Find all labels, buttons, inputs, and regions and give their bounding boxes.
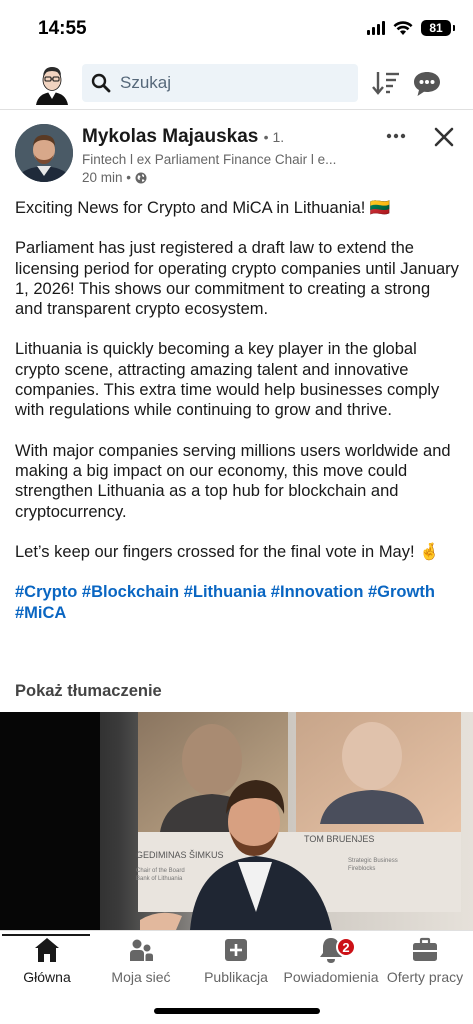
- author-name[interactable]: Mykolas Majauskas • 1.: [82, 126, 284, 148]
- tab-jobs[interactable]: Oferty pracy: [378, 935, 472, 985]
- tab-notifications[interactable]: 2 Powiadomienia: [284, 935, 378, 985]
- post-time: 20 min •: [82, 170, 131, 185]
- tab-home[interactable]: Główna: [0, 934, 94, 985]
- globe-icon: [135, 172, 147, 183]
- post-paragraph: Parliament has just registered a draft l…: [15, 239, 459, 319]
- post-meta: 20 min •: [82, 170, 147, 185]
- home-icon: [35, 938, 59, 962]
- photo-caption: Fireblocks: [348, 866, 375, 872]
- author-headline: Fintech l ex Parliament Finance Chair l …: [82, 152, 337, 167]
- search-placeholder: Szukaj: [120, 73, 172, 92]
- signal-icon: [367, 21, 385, 35]
- post-paragraph: Lithuania is quickly becoming a key play…: [15, 340, 440, 420]
- tab-label: Powiadomienia: [283, 969, 379, 985]
- post-paragraph: Exciting News for Crypto and MiCA in Lit…: [15, 199, 391, 217]
- translate-button[interactable]: Pokaż tłumaczenie: [15, 682, 162, 701]
- tab-label: Główna: [23, 969, 71, 985]
- author-name-text[interactable]: Mykolas Majauskas: [82, 126, 258, 147]
- connection-degree: • 1.: [263, 129, 285, 145]
- status-bar: 14:55 81: [0, 0, 473, 56]
- photo-caption: Bank of Lithuania: [136, 876, 183, 882]
- top-nav: Szukaj: [0, 58, 473, 110]
- tab-label: Moja sieć: [111, 969, 171, 985]
- tab-post[interactable]: Publikacja: [189, 935, 283, 985]
- photo-caption: TOM BRUENJES: [304, 834, 374, 844]
- briefcase-icon: [413, 937, 437, 961]
- post-paragraph: With major companies serving millions us…: [15, 441, 451, 521]
- tab-label: Publikacja: [204, 969, 268, 985]
- post-header: Mykolas Majauskas • 1. Fintech l ex Parl…: [0, 112, 473, 192]
- photo-caption: Strategic Business: [348, 858, 398, 864]
- tab-my-network[interactable]: Moja sieć: [94, 935, 188, 985]
- sort-icon[interactable]: [372, 70, 400, 96]
- wifi-icon: [393, 20, 413, 35]
- post-photo[interactable]: GEDIMINAS ŠIMKUS Chair of the Board Bank…: [0, 712, 473, 930]
- active-tab-indicator: [2, 934, 90, 936]
- search-input[interactable]: Szukaj: [82, 64, 358, 102]
- notification-badge: 2: [336, 937, 356, 957]
- hashtags[interactable]: #Crypto #Blockchain #Lithuania #Innovati…: [15, 582, 460, 624]
- close-icon[interactable]: [433, 126, 455, 148]
- post-icon: [225, 939, 247, 961]
- author-avatar[interactable]: [15, 124, 73, 182]
- tab-label: Oferty pracy: [386, 969, 464, 985]
- network-icon: [130, 939, 153, 961]
- status-time: 14:55: [38, 18, 87, 39]
- home-indicator: [154, 1008, 320, 1014]
- photo-caption: Chair of the Board: [136, 868, 185, 874]
- search-icon: [91, 73, 111, 93]
- battery-indicator: 81: [421, 20, 455, 36]
- avatar[interactable]: [32, 61, 72, 105]
- post-body: Exciting News for Crypto and MiCA in Lit…: [15, 198, 460, 624]
- messaging-icon[interactable]: [412, 70, 442, 98]
- more-options-icon[interactable]: [384, 126, 408, 146]
- post-paragraph: Let’s keep our fingers crossed for the f…: [15, 542, 440, 561]
- status-icons: 81: [367, 20, 455, 36]
- photo-caption: GEDIMINAS ŠIMKUS: [136, 850, 224, 860]
